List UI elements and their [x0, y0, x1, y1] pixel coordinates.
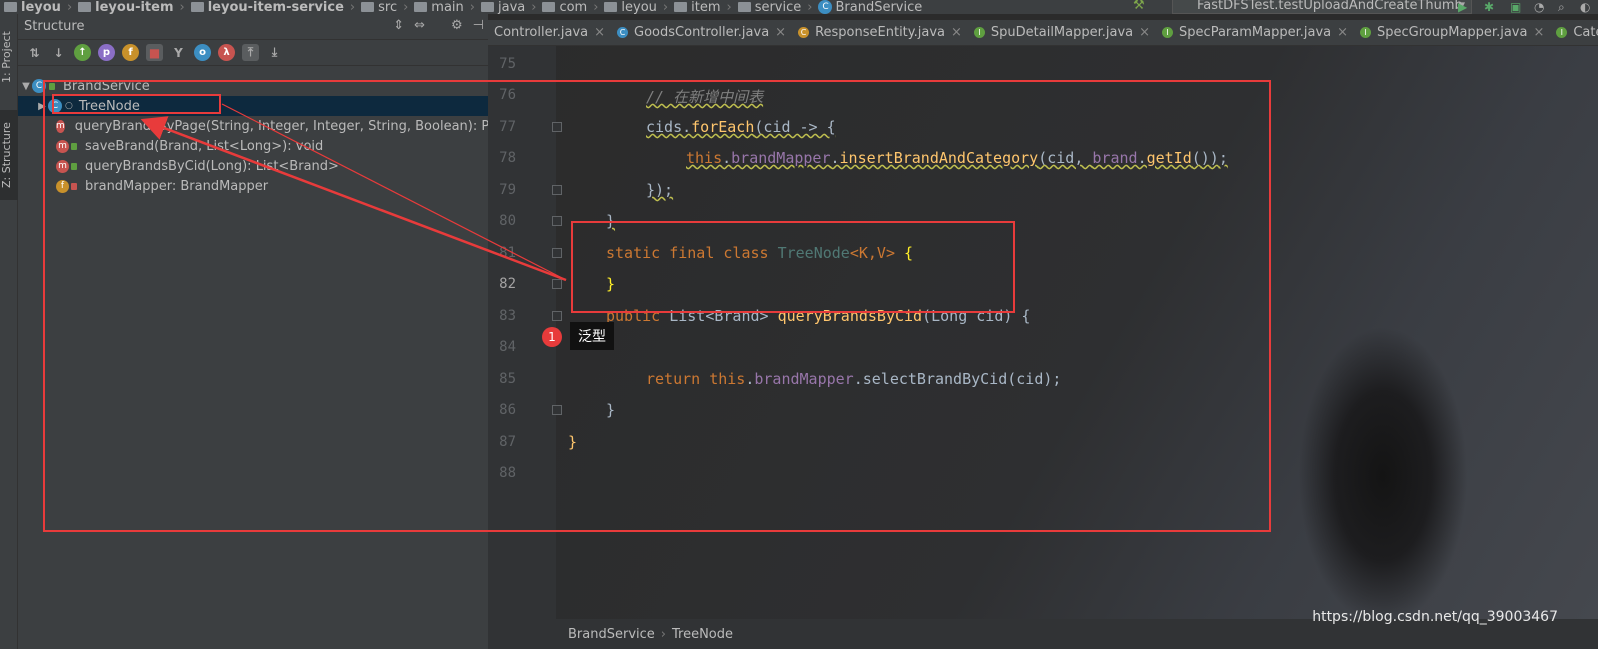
debug-icon[interactable]: ✱: [1484, 0, 1494, 14]
folder-icon: [361, 2, 375, 12]
project-tool-tab[interactable]: 1: Project: [0, 22, 18, 92]
show-lambdas-icon[interactable]: o: [194, 44, 211, 61]
close-icon[interactable]: ×: [594, 25, 605, 40]
class-icon: C: [818, 0, 833, 14]
editor-tabs: Controller.java × C GoodsController.java × …: [488, 20, 1598, 46]
watermark: https://blog.csdn.net/qq_39003467: [1312, 609, 1558, 625]
close-icon[interactable]: ×: [1337, 25, 1348, 40]
folder-icon: [480, 2, 494, 12]
search-icon[interactable]: ⌕: [1558, 0, 1565, 14]
folder-icon: [604, 2, 618, 12]
status-crumb-brandservice[interactable]: BrandService: [568, 627, 655, 642]
collapse-all-icon[interactable]: ⇔: [414, 18, 425, 33]
tab-goods-controller[interactable]: C GoodsController.java ×: [611, 20, 792, 45]
expand-all-icon[interactable]: ⇕: [393, 18, 404, 33]
chevron-right-icon: ›: [662, 0, 669, 14]
run-icon[interactable]: ▶: [1458, 0, 1467, 14]
annotation-treenode-box: [52, 94, 221, 114]
show-anonymous-icon[interactable]: Y: [170, 44, 187, 61]
structure-header: Structure ⇕ ⇔ ⚙ ⊣: [18, 14, 488, 40]
breadcrumb-java[interactable]: java: [477, 0, 529, 14]
breadcrumb-service[interactable]: service: [734, 0, 806, 14]
gear-icon[interactable]: ⚙: [451, 18, 463, 33]
interface-icon: I: [1556, 27, 1568, 38]
structure-toolbar: ⇅ ↓ ↑ p f ■ Y o λ ⤒ ⤓: [18, 40, 488, 66]
class-icon: C: [617, 27, 629, 38]
folder-icon: [737, 2, 751, 12]
close-icon[interactable]: ×: [1139, 25, 1150, 40]
class-icon: C: [798, 27, 810, 38]
chevron-right-icon: ›: [349, 0, 356, 14]
tab-category[interactable]: ICatego: [1550, 20, 1598, 45]
interface-icon: I: [1162, 27, 1174, 38]
breadcrumb-src[interactable]: src: [357, 0, 401, 14]
module-icon: [190, 2, 204, 12]
lambda-icon[interactable]: λ: [218, 44, 235, 61]
build-hammer-icon[interactable]: ⚒: [1133, 0, 1145, 13]
chevron-right-icon: ›: [593, 0, 599, 14]
tab-spec-group-mapper[interactable]: I SpecGroupMapper.java ×: [1354, 20, 1550, 45]
structure-title: Structure: [24, 19, 85, 34]
breadcrumb-leyou-pkg[interactable]: leyou: [600, 0, 661, 14]
tab-response-entity[interactable]: C ResponseEntity.java ×: [792, 20, 968, 45]
close-icon[interactable]: ×: [1533, 25, 1544, 40]
module-icon: [4, 2, 17, 12]
structure-tool-tab[interactable]: Z: Structure: [0, 110, 18, 200]
hide-icon[interactable]: ⊣: [473, 18, 484, 33]
chevron-right-icon: ›: [66, 0, 73, 14]
annotation-tooltip: 泛型: [570, 322, 614, 350]
tab-controller[interactable]: Controller.java ×: [488, 20, 611, 45]
breadcrumb-leyou-item[interactable]: leyou-item: [74, 0, 177, 14]
breadcrumb-leyou-item-service[interactable]: leyou-item-service: [187, 0, 348, 14]
close-icon[interactable]: ×: [951, 25, 962, 40]
expand-arrow-icon[interactable]: ▼: [20, 81, 32, 92]
profile-icon[interactable]: ◔: [1534, 0, 1544, 14]
tool-window-stripe: 1: Project Z: Structure: [0, 14, 18, 649]
line-number: 75: [499, 56, 516, 72]
folder-icon: [674, 2, 688, 12]
vcs-icon[interactable]: ◐: [1580, 0, 1590, 14]
breadcrumb-leyou[interactable]: leyou: [0, 0, 65, 14]
chevron-right-icon: ›: [469, 0, 475, 14]
annotation-badge: 1: [542, 327, 562, 347]
breadcrumb-main[interactable]: main: [410, 0, 467, 14]
chevron-right-icon: ›: [403, 0, 409, 14]
coverage-icon[interactable]: ▣: [1510, 0, 1521, 14]
breadcrumb-item[interactable]: item: [670, 0, 724, 14]
chevron-right-icon: ›: [179, 0, 185, 14]
chevron-right-icon: ›: [531, 0, 537, 14]
autoscroll-from-source-icon[interactable]: ⤓: [266, 44, 283, 61]
tab-spu-detail-mapper[interactable]: I SpuDetailMapper.java ×: [968, 20, 1156, 45]
folder-icon: [542, 2, 556, 12]
chevron-right-icon: ›: [660, 626, 666, 642]
tab-spec-param-mapper[interactable]: I SpecParamMapper.java ×: [1156, 20, 1354, 45]
structure-header-actions: ⇕ ⇔ ⚙ ⊣: [393, 18, 488, 33]
module-icon: [78, 2, 92, 12]
breadcrumb-brandservice[interactable]: C BrandService: [814, 0, 926, 14]
navigation-bar: leyou › leyou-item › leyou-item-service …: [0, 0, 1598, 14]
interface-icon: I: [973, 27, 985, 38]
annotation-code-box: [571, 221, 1015, 313]
chevron-right-icon: ›: [807, 0, 813, 14]
breadcrumb-com[interactable]: com: [538, 0, 591, 14]
show-inherited-icon[interactable]: ↑: [74, 44, 91, 61]
show-properties-icon[interactable]: p: [98, 44, 115, 61]
run-configuration-select[interactable]: ⚒ FastDFSTest.testUploadAndCreateThumb ▾: [1133, 0, 1472, 14]
status-crumb-treenode[interactable]: TreeNode: [672, 627, 733, 642]
show-non-public-icon[interactable]: ■: [146, 44, 163, 61]
folder-icon: [414, 2, 428, 12]
autoscroll-to-source-icon[interactable]: ⤒: [242, 44, 259, 61]
show-fields-icon[interactable]: f: [122, 44, 139, 61]
background-silhouette-image: [1298, 326, 1468, 619]
sort-alpha-icon[interactable]: ↓: [50, 44, 67, 61]
chevron-right-icon: ›: [726, 0, 732, 14]
close-icon[interactable]: ×: [775, 25, 786, 40]
interface-icon: I: [1360, 27, 1372, 38]
sort-visibility-icon[interactable]: ⇅: [26, 44, 43, 61]
